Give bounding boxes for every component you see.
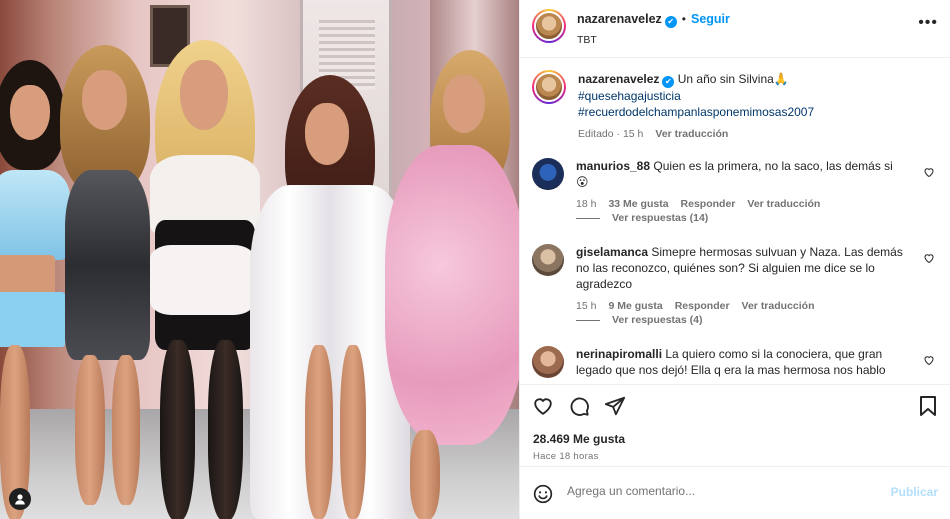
post-photo[interactable] <box>0 0 519 519</box>
translate-link[interactable]: Ver traducción <box>742 300 815 312</box>
hashtag-link[interactable]: #quesehagajusticia <box>578 89 681 103</box>
comment-row: nerinapiromalli La quiero como si la con… <box>532 346 937 378</box>
commenter-avatar[interactable] <box>532 158 564 190</box>
comment-input[interactable] <box>567 484 867 498</box>
post-header: nazarenavelez ✔ • Seguir TBT ••• <box>520 0 950 58</box>
caption-avatar[interactable] <box>532 70 566 104</box>
comment-time: 18 h <box>576 198 597 210</box>
caption: nazarenavelez ✔ Un año sin Silvina🙏 #ques… <box>532 70 937 142</box>
like-comment-icon[interactable] <box>923 252 935 267</box>
comment-likes[interactable]: 9 Me gusta <box>608 300 662 312</box>
commenter-avatar[interactable] <box>532 244 564 276</box>
post-actions: 28.469 Me gusta Hace 18 horas <box>520 384 950 466</box>
post-panel: nazarenavelez ✔ • Seguir TBT ••• nazarenave… <box>519 0 950 519</box>
comment-username[interactable]: nerinapiromalli <box>576 347 662 361</box>
follow-button[interactable]: Seguir <box>691 12 730 26</box>
like-heart-icon[interactable] <box>532 395 554 417</box>
comments-list[interactable]: nazarenavelez ✔ Un año sin Silvina🙏 #ques… <box>520 58 950 384</box>
like-comment-icon[interactable] <box>923 354 935 369</box>
caption-edited: Editado · 15 h <box>578 128 644 140</box>
comment-bubble-icon[interactable] <box>568 395 590 417</box>
person-5 <box>385 50 519 519</box>
comment-row: manurios_88 Quien es la primera, no la s… <box>532 158 937 212</box>
tagged-user-icon[interactable] <box>9 488 31 510</box>
comment-username[interactable]: manurios_88 <box>576 159 650 173</box>
author-username[interactable]: nazarenavelez <box>577 12 662 26</box>
comment-username[interactable]: giselamanca <box>576 245 648 259</box>
caption-verified-icon: ✔ <box>662 76 675 88</box>
caption-username[interactable]: nazarenavelez <box>578 72 659 86</box>
comment-likes[interactable]: 33 Me gusta <box>608 198 668 210</box>
comment-row: giselamanca Simepre hermosas sulvuan y N… <box>532 244 937 314</box>
post-subtitle: TBT <box>577 34 597 46</box>
author-avatar[interactable] <box>532 9 566 43</box>
view-replies-button[interactable]: Ver respuestas (4) <box>576 314 702 326</box>
separator-dot: • <box>681 12 686 26</box>
view-replies-button[interactable]: Ver respuestas (14) <box>576 212 708 224</box>
likes-count[interactable]: 28.469 Me gusta <box>533 432 625 446</box>
translate-link[interactable]: Ver traducción <box>747 198 820 210</box>
comment-time: 15 h <box>576 300 597 312</box>
commenter-avatar[interactable] <box>532 346 564 378</box>
publish-button[interactable]: Publicar <box>891 485 938 499</box>
hashtag-link[interactable]: #recuerdodelchampanlasponemimosas2007 <box>578 105 814 119</box>
share-send-icon[interactable] <box>604 395 626 417</box>
emoji-icon[interactable] <box>533 484 553 507</box>
caption-text: Un año sin Silvina🙏 <box>677 72 789 86</box>
reply-button[interactable]: Responder <box>675 300 730 312</box>
verified-badge-icon: ✔ <box>664 16 677 28</box>
bookmark-icon[interactable] <box>918 395 938 417</box>
translate-link[interactable]: Ver traducción <box>655 128 728 140</box>
post-time: Hace 18 horas <box>533 451 599 462</box>
like-comment-icon[interactable] <box>923 166 935 181</box>
more-options-icon[interactable]: ••• <box>918 14 938 32</box>
add-comment-bar: Publicar <box>520 466 950 519</box>
reply-button[interactable]: Responder <box>681 198 736 210</box>
